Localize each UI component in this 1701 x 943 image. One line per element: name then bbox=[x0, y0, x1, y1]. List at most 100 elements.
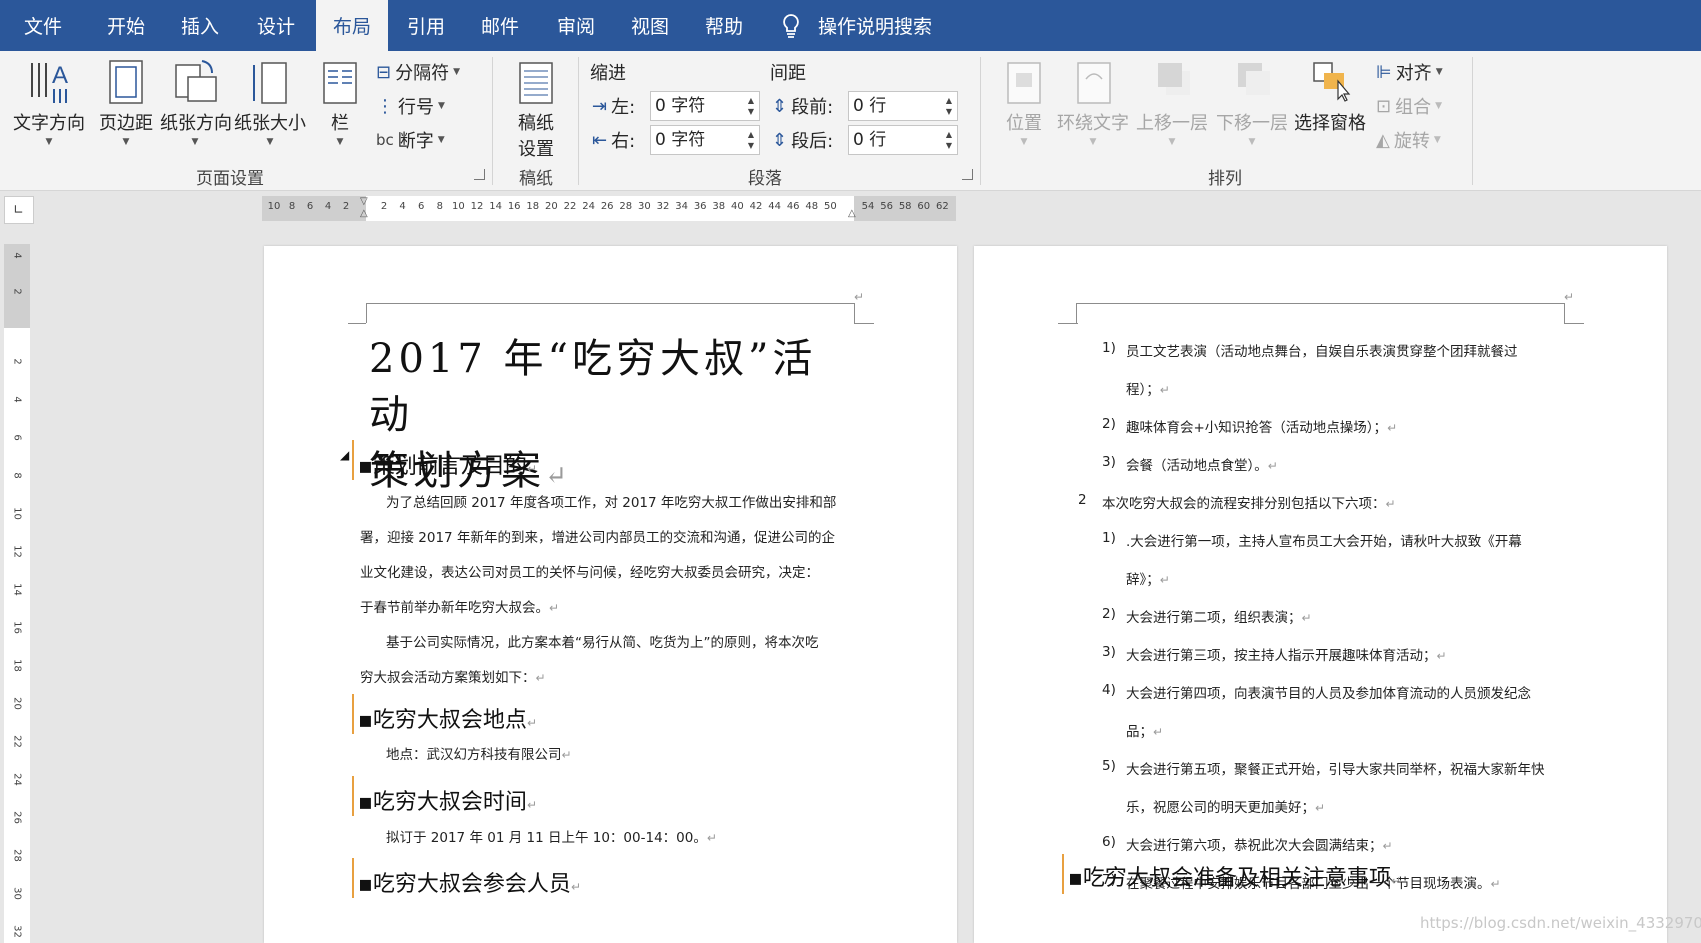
header-line bbox=[366, 303, 854, 304]
indent-right-value: 0 字符 bbox=[655, 130, 706, 150]
tab-design[interactable]: 设计 bbox=[240, 0, 312, 51]
ruler-tick: 62 bbox=[936, 201, 949, 212]
svg-text:A: A bbox=[52, 62, 68, 89]
position-icon bbox=[1007, 62, 1041, 104]
tab-layout[interactable]: 布局 bbox=[316, 0, 388, 51]
align-icon: ⊫ bbox=[1376, 61, 1392, 83]
paragraph-mark: ↵ bbox=[1301, 611, 1312, 625]
chevron-down-icon: ▼ bbox=[1020, 137, 1028, 147]
lightbulb-icon bbox=[783, 13, 799, 38]
dialog-launcher-icon[interactable] bbox=[962, 169, 973, 180]
list-number: 4) bbox=[1102, 682, 1116, 698]
ruler-tick: 34 bbox=[675, 201, 688, 212]
list-item-text: 本次吃穷大叔会的流程安排分别包括以下六项： bbox=[1102, 496, 1386, 512]
align-button[interactable]: ⊫ 对齐 ▼ bbox=[1376, 59, 1443, 85]
spacing-label: 间距 bbox=[770, 63, 806, 84]
spin-up-icon[interactable]: ▲ bbox=[748, 131, 754, 139]
ruler-tick: 6 bbox=[306, 201, 314, 212]
ruler-tick: 8 bbox=[436, 201, 443, 212]
watermark-text: https://blog.csdn.net/weixin_43329700 bbox=[1420, 914, 1701, 932]
tab-help[interactable]: 帮助 bbox=[688, 0, 760, 51]
left-tab-icon: ∟ bbox=[13, 203, 24, 218]
rotate-button[interactable]: ◭ 旋转 ▼ bbox=[1376, 127, 1441, 153]
ruler-tick: 30 bbox=[11, 887, 23, 900]
indent-left-input[interactable]: 0 字符 ▲ ▼ bbox=[650, 91, 760, 121]
list-item-text: 大会进行第五项，聚餐正式开始，引导大家共同举杯，祝福大家新年快 bbox=[1126, 762, 1545, 778]
paper-size-icon bbox=[253, 62, 287, 104]
spin-down-icon[interactable]: ▼ bbox=[946, 142, 952, 150]
tab-view[interactable]: 视图 bbox=[614, 0, 686, 51]
tab-mailings[interactable]: 邮件 bbox=[464, 0, 536, 51]
group-divider bbox=[980, 57, 981, 185]
spin-up-icon[interactable]: ▲ bbox=[946, 131, 952, 139]
title-line-1: 2017 年“吃穷大叔”活动 bbox=[369, 336, 817, 438]
list-item-line: 会餐（活动地点食堂）。↵ bbox=[1126, 454, 1278, 474]
ruler-tick: 58 bbox=[898, 201, 912, 212]
spin-down-icon[interactable]: ▼ bbox=[946, 108, 952, 116]
indent-right-input[interactable]: 0 字符 ▲ ▼ bbox=[650, 125, 760, 155]
tab-file[interactable]: 文件 bbox=[0, 0, 86, 51]
paragraph-mark: ↵ bbox=[1436, 649, 1447, 663]
breaks-button[interactable]: ⊟ 分隔符 ▼ bbox=[376, 59, 460, 85]
line-numbers-button[interactable]: ⋮ 行号 ▼ bbox=[376, 93, 445, 119]
selection-pane-icon bbox=[1313, 62, 1351, 102]
first-line-indent-marker[interactable]: ▽ bbox=[360, 196, 368, 207]
spin-down-icon[interactable]: ▼ bbox=[748, 142, 754, 150]
list-item-text: .大会进行第一项，主持人宣布员工大会开始，请秋叶大叔致《开幕 bbox=[1126, 534, 1522, 550]
collapse-triangle-icon[interactable]: ◢ bbox=[340, 448, 349, 462]
tab-references[interactable]: 引用 bbox=[390, 0, 462, 51]
ruler-tick: 6 bbox=[11, 434, 23, 441]
ruler-tick: 54 bbox=[861, 201, 875, 212]
spin-up-icon[interactable]: ▲ bbox=[946, 97, 952, 105]
ruler-tick: 10 bbox=[452, 201, 465, 212]
ruler-tick: 30 bbox=[638, 201, 651, 212]
ruler-tick: 28 bbox=[11, 849, 23, 862]
ruler-tick: 8 bbox=[288, 201, 296, 212]
ruler-tick: 24 bbox=[11, 773, 23, 786]
heading-time: ▪吃穷大叔会时间↵ bbox=[358, 790, 537, 815]
chevron-down-icon: ▼ bbox=[1089, 137, 1097, 147]
list-item-text: 大会进行第二项，组织表演； bbox=[1126, 610, 1302, 626]
paragraph-mark: ↵ bbox=[549, 601, 560, 615]
ruler-tick: 38 bbox=[712, 201, 726, 212]
list-item-text: 大会进行第三项，按主持人指示开展趣味体育活动； bbox=[1126, 648, 1437, 664]
ruler-tick: 2 bbox=[342, 201, 350, 212]
margin-corner-mark bbox=[1076, 303, 1077, 323]
document-page-1[interactable]: ↵ 2017 年“吃穷大叔”活动 策划方案↵ ◢ ▪策划前言及目的↵ 为了总结回… bbox=[264, 246, 957, 943]
horizontal-ruler[interactable]: ▽ △ △ 10 8 6 4 2 2 4 6 8 10 12 14 16 18 20 22 24 26 28 30 32… bbox=[262, 196, 956, 221]
paragraph-mark: ↵ bbox=[526, 716, 537, 730]
tell-me-search[interactable]: 操作说明搜索 bbox=[780, 0, 932, 51]
ruler-tick: 18 bbox=[11, 659, 23, 672]
list-number: 6) bbox=[1102, 834, 1116, 850]
left-indent-marker[interactable]: △ bbox=[360, 208, 368, 219]
bring-forward-label: 上移一层 bbox=[1136, 113, 1208, 134]
tab-review[interactable]: 审阅 bbox=[540, 0, 612, 51]
send-backward-icon bbox=[1238, 63, 1270, 95]
orientation-icon bbox=[175, 60, 217, 102]
list-number: 2) bbox=[1102, 416, 1116, 432]
document-page-2[interactable]: ↵ 1) 员工文艺表演（活动地点舞台，自娱自乐表演贯穿整个团拜就餐过 程）；↵ 2) 趣… bbox=[974, 246, 1667, 943]
margin-corner-mark bbox=[1564, 303, 1565, 323]
spin-down-icon[interactable]: ▼ bbox=[748, 108, 754, 116]
margin-corner-mark bbox=[366, 303, 367, 323]
tab-home[interactable]: 开始 bbox=[90, 0, 162, 51]
tab-selector[interactable]: ∟ bbox=[4, 196, 34, 224]
margins-label: 页边距 bbox=[99, 113, 153, 134]
dialog-launcher-icon[interactable] bbox=[474, 169, 485, 180]
ruler-tick: 2 bbox=[11, 288, 23, 295]
spacing-after-input[interactable]: 0 行 ▲ ▼ bbox=[848, 125, 958, 155]
right-indent-marker[interactable]: △ bbox=[848, 208, 856, 219]
spin-up-icon[interactable]: ▲ bbox=[748, 97, 754, 105]
header-boundary bbox=[1564, 323, 1584, 324]
hyphenation-button[interactable]: bc 断字 ▼ bbox=[376, 127, 445, 153]
columns-label: 栏 bbox=[331, 113, 349, 134]
size-label: 纸张大小 bbox=[234, 113, 306, 134]
chevron-down-icon: ▼ bbox=[45, 137, 53, 147]
spacing-before-field-label: ⇕ 段前: bbox=[772, 93, 833, 119]
ruler-tick: 36 bbox=[693, 201, 707, 212]
vertical-ruler[interactable]: 4 2 2 4 6 8 10 12 14 16 18 20 22 24 26 28 30 32 bbox=[4, 244, 30, 943]
paragraph-mark: ↵ bbox=[1315, 801, 1326, 815]
group-button[interactable]: ⊡ 组合 ▼ bbox=[1376, 93, 1442, 119]
spacing-before-input[interactable]: 0 行 ▲ ▼ bbox=[848, 91, 958, 121]
tab-insert[interactable]: 插入 bbox=[164, 0, 236, 51]
